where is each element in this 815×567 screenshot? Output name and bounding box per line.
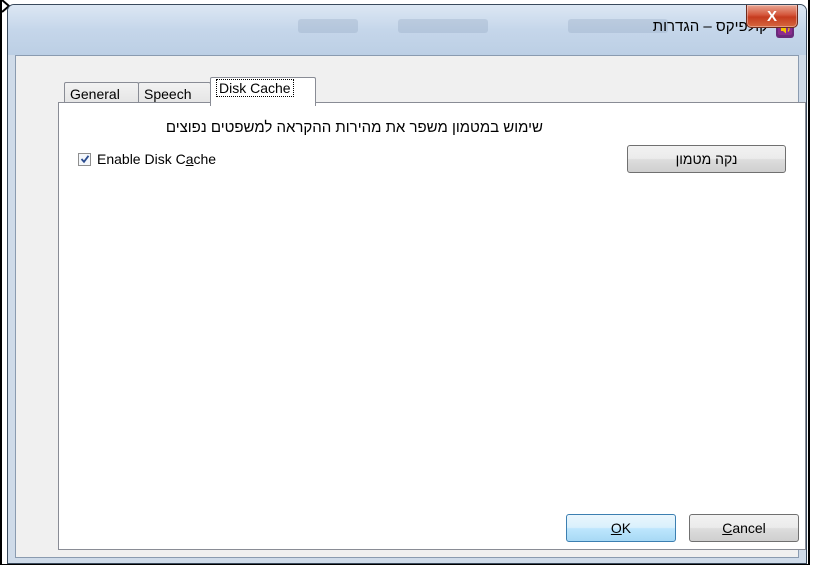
dialog-client-area: General Speech Disk Cache שימוש במטמון מ… xyxy=(15,55,806,558)
enable-disk-cache-label: Enable Disk Cache xyxy=(97,151,217,167)
tab-disk-cache[interactable]: Disk Cache xyxy=(210,77,316,106)
close-button[interactable]: X xyxy=(746,5,798,28)
disk-cache-description: שימוש במטמון משפר את מהירות ההקראה למשפט… xyxy=(165,119,543,136)
enable-disk-cache-checkbox[interactable] xyxy=(78,152,91,166)
close-icon: X xyxy=(766,7,777,25)
checkmark-icon xyxy=(80,155,89,164)
cancel-button[interactable]: Cancel xyxy=(689,514,799,542)
settings-dialog: קולפיקס – הגדרות X General Speech Disk C… xyxy=(7,4,807,564)
clear-cache-button[interactable]: נקה מטמון xyxy=(627,145,786,173)
tab-label: General xyxy=(70,86,120,102)
title-bar[interactable]: קולפיקס – הגדרות X xyxy=(8,5,806,55)
background-blur xyxy=(298,19,358,33)
ok-button[interactable]: OK xyxy=(566,514,676,542)
background-blur xyxy=(398,19,488,33)
enable-disk-cache-row[interactable]: Enable Disk Cache xyxy=(78,151,216,167)
tab-label: Disk Cache xyxy=(216,79,294,97)
tab-label: Speech xyxy=(144,86,192,102)
